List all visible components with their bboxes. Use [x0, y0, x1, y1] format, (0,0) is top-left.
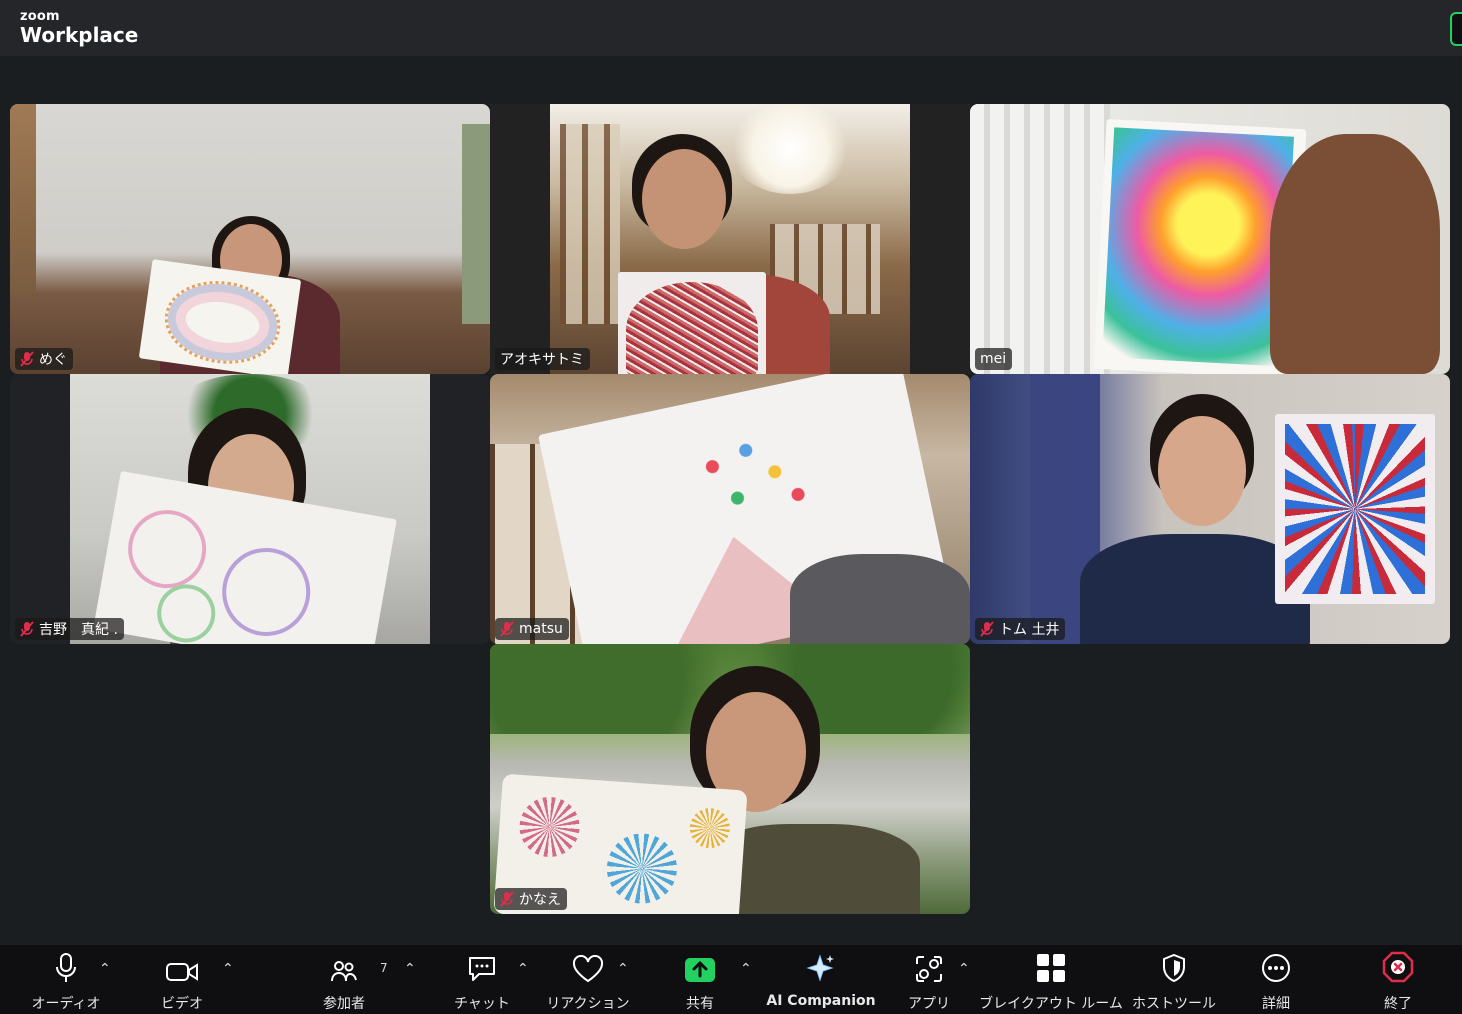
participant-name: めぐ [39, 352, 67, 368]
chat-icon [469, 957, 495, 981]
nameplate: mei [975, 348, 1013, 370]
participants-icon [331, 961, 357, 982]
video-tile-matsu[interactable]: matsu [490, 374, 970, 644]
chat-options-chevron-icon[interactable]: ⌃ [517, 961, 529, 977]
grid-icon [1037, 954, 1065, 982]
share-label: 共有 [686, 996, 714, 1012]
muted-mic-icon [980, 621, 994, 637]
reactions-button[interactable]: リアクション [546, 945, 630, 1014]
apps-button[interactable]: アプリ [898, 945, 960, 1014]
share-button[interactable]: 共有 [670, 945, 730, 1014]
video-tile-kanae[interactable]: かなえ [490, 644, 970, 914]
end-label: 終了 [1384, 996, 1412, 1012]
participants-button[interactable]: 7 参加者 [314, 945, 388, 1014]
nameplate: 吉野 真紀 . [15, 618, 124, 640]
breakout-rooms-label: ブレイクアウト ルーム [979, 996, 1123, 1012]
video-label: ビデオ [161, 996, 203, 1012]
participant-name: 吉野 真紀 . [39, 622, 118, 638]
microphone-icon [56, 953, 76, 982]
video-options-chevron-icon[interactable]: ⌃ [222, 961, 234, 977]
muted-mic-icon [20, 351, 34, 367]
brand-zoom: zoom [20, 9, 60, 24]
share-options-chevron-icon[interactable]: ⌃ [740, 961, 752, 977]
shield-icon [1163, 953, 1185, 983]
chat-button[interactable]: チャット [450, 945, 514, 1014]
heart-icon [572, 955, 604, 983]
video-tile-aoki-satomi[interactable]: アオキサトミ [490, 104, 970, 374]
host-tools-button[interactable]: ホストツール [1132, 945, 1216, 1014]
video-tile-tom-doi[interactable]: トム 土井 [970, 374, 1450, 644]
participant-name: アオキサトミ [500, 352, 584, 368]
participants-label: 参加者 [323, 996, 365, 1012]
video-tile-mei[interactable]: mei [970, 104, 1450, 374]
participants-options-chevron-icon[interactable]: ⌃ [404, 961, 416, 977]
nameplate: アオキサトミ [495, 348, 590, 370]
host-tools-label: ホストツール [1132, 996, 1216, 1012]
participant-name: matsu [519, 621, 563, 637]
more-label: 詳細 [1262, 996, 1290, 1012]
more-button[interactable]: 詳細 [1244, 945, 1308, 1014]
share-arrow-icon [685, 958, 715, 982]
participants-count-badge: 7 [380, 961, 388, 975]
participant-name: かなえ [519, 892, 561, 908]
muted-mic-icon [20, 621, 34, 637]
security-shield-icon[interactable] [1450, 12, 1462, 46]
apps-options-chevron-icon[interactable]: ⌃ [958, 961, 970, 977]
brand-workplace: Workplace [20, 23, 139, 47]
title-bar: zoom Workplace [0, 0, 1462, 56]
nameplate: かなえ [495, 888, 567, 910]
breakout-rooms-button[interactable]: ブレイクアウト ルーム [979, 945, 1123, 1014]
ellipsis-icon [1262, 954, 1290, 982]
muted-mic-icon [500, 621, 514, 637]
camera-icon [166, 963, 198, 981]
video-tile-megu[interactable]: めぐ [10, 104, 490, 374]
nameplate: トム 土井 [975, 618, 1066, 640]
nameplate: めぐ [15, 348, 73, 370]
close-icon [1382, 951, 1414, 983]
end-meeting-button[interactable]: 終了 [1366, 945, 1430, 1014]
reactions-options-chevron-icon[interactable]: ⌃ [617, 961, 629, 977]
reactions-label: リアクション [546, 996, 630, 1012]
participant-name: トム 土井 [999, 622, 1060, 638]
chat-label: チャット [454, 996, 510, 1012]
audio-options-chevron-icon[interactable]: ⌃ [99, 961, 111, 977]
audio-button[interactable]: オーディオ [30, 945, 102, 1014]
apps-label: アプリ [908, 996, 950, 1012]
nameplate: matsu [495, 618, 569, 640]
video-button[interactable]: ビデオ [150, 945, 214, 1014]
audio-label: オーディオ [31, 996, 101, 1012]
video-tile-yoshino-maki[interactable]: 吉野 真紀 . [10, 374, 490, 644]
meeting-toolbar: オーディオ ⌃ ビデオ ⌃ 7 参加者 ⌃ チャット ⌃ リアクション ⌃ 共有… [0, 945, 1462, 1014]
ai-companion-label: AI Companion [766, 993, 876, 1009]
participant-name: mei [980, 351, 1007, 367]
ai-companion-button[interactable]: AI Companion [766, 945, 876, 1014]
apps-icon [916, 956, 942, 982]
sparkle-icon [806, 954, 834, 982]
muted-mic-icon [500, 891, 514, 907]
